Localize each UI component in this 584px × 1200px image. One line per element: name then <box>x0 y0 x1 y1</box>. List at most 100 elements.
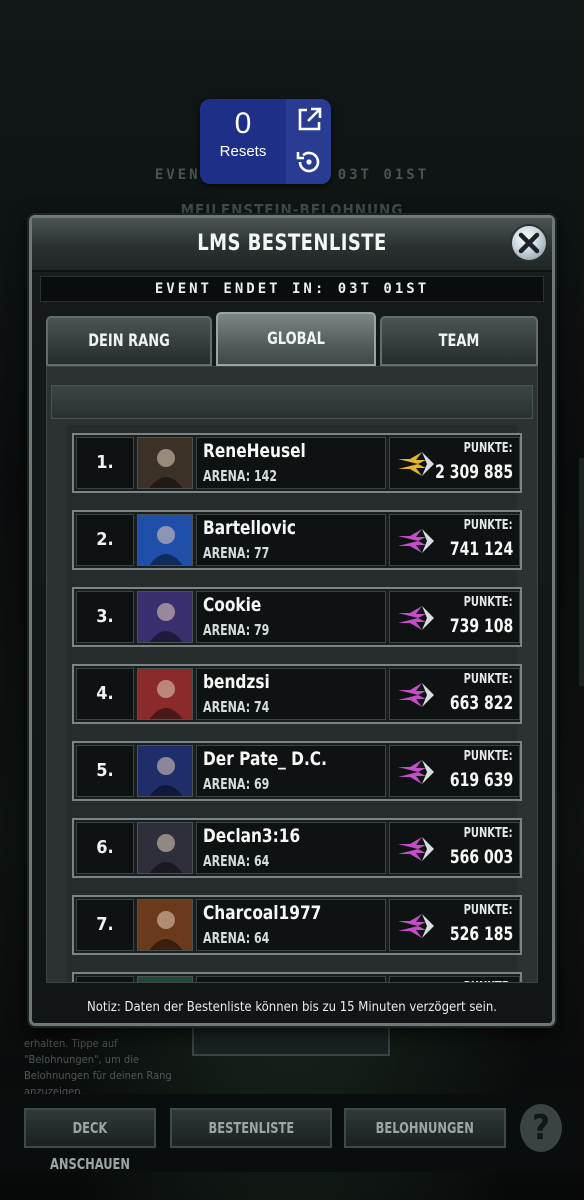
modal-header: LMS BESTENLISTE <box>32 218 552 272</box>
leaderboard-row[interactable]: 4. bendzsi ARENA: 74 PUNKTE: 663 822 <box>72 664 522 724</box>
player-name: ReneHeusel <box>203 440 306 462</box>
points-value: 526 185 <box>449 923 513 945</box>
points-value: 2 309 885 <box>434 461 513 483</box>
leaderboard-row[interactable]: 1. ReneHeusel ARENA: 142 PUNKTE: 2 309 8… <box>72 433 522 493</box>
delay-note: Notiz: Daten der Bestenliste können bis … <box>86 1000 497 1015</box>
player-arena: ARENA: 64 <box>203 929 270 947</box>
player-name-box: rahil aka don <box>196 976 386 982</box>
points-label: PUNKTE: <box>464 672 513 687</box>
points-box: PUNKTE: 741 124 <box>389 514 520 566</box>
edge-scroll-indicator <box>579 458 584 686</box>
rank-emblem-icon <box>398 914 434 938</box>
player-name-box: Declan3:16 ARENA: 64 <box>196 822 386 874</box>
points-box: PUNKTE: 619 639 <box>389 745 520 797</box>
player-avatar <box>137 514 193 566</box>
player-arena: ARENA: 79 <box>203 621 270 639</box>
leaderboard-row[interactable]: 3. Cookie ARENA: 79 PUNKTE: 739 108 <box>72 587 522 647</box>
bottom-nav: DECK ANSCHAUEN BESTENLISTE BELOHNUNGEN ? <box>0 1094 584 1173</box>
rank-number: 4. <box>76 668 134 720</box>
rewards-button[interactable]: BELOHNUNGEN <box>344 1108 506 1148</box>
player-arena: ARENA: 142 <box>203 467 278 485</box>
leaderboard-row[interactable]: 5. Der Pate_ D.C. ARENA: 69 PUNKTE: 619 … <box>72 741 522 801</box>
leaderboard-row[interactable]: 6. Declan3:16 ARENA: 64 PUNKTE: 566 003 <box>72 818 522 878</box>
points-value: 739 108 <box>449 615 513 637</box>
open-external-icon[interactable] <box>294 105 324 135</box>
leaderboard-list-frame: 1. ReneHeusel ARENA: 142 PUNKTE: 2 309 8… <box>46 366 538 983</box>
points-label: PUNKTE: <box>464 826 513 841</box>
points-label: PUNKTE: <box>464 518 513 533</box>
points-label: PUNKTE: <box>464 903 513 918</box>
player-arena: ARENA: 77 <box>203 544 270 562</box>
resets-actions <box>286 99 331 184</box>
player-arena: ARENA: 64 <box>203 852 270 870</box>
leaderboard-row[interactable]: 2. Bartellovic ARENA: 77 PUNKTE: 741 124 <box>72 510 522 570</box>
deck-button-label: DECK ANSCHAUEN <box>49 1119 130 1173</box>
player-avatar <box>137 899 193 951</box>
tab-dein-rang[interactable]: DEIN RANG <box>46 316 212 366</box>
leaderboard-button[interactable]: BESTENLISTE <box>170 1108 332 1148</box>
rank-number: 7. <box>76 899 134 951</box>
rank-number: 6. <box>76 822 134 874</box>
player-arena: ARENA: 74 <box>203 698 270 716</box>
help-icon: ? <box>532 1108 550 1148</box>
points-label: PUNKTE: <box>464 749 513 764</box>
player-name-box: Der Pate_ D.C. ARENA: 69 <box>196 745 386 797</box>
player-name-box: bendzsi ARENA: 74 <box>196 668 386 720</box>
rank-number: 3. <box>76 591 134 643</box>
player-avatar <box>137 822 193 874</box>
player-name: Bartellovic <box>203 517 297 539</box>
tab-label: DEIN RANG <box>88 331 170 351</box>
rank-number: 8. <box>76 976 134 982</box>
points-box: PUNKTE: 663 822 <box>389 668 520 720</box>
list-header-bar <box>51 385 533 419</box>
player-name-box: ReneHeusel ARENA: 142 <box>196 437 386 489</box>
event-timer-bar: EVENT ENDET IN: 03T 01ST <box>40 276 544 302</box>
leaderboard-list[interactable]: 1. ReneHeusel ARENA: 142 PUNKTE: 2 309 8… <box>67 425 522 982</box>
rewards-button-label: BELOHNUNGEN <box>375 1119 475 1137</box>
deck-button[interactable]: DECK ANSCHAUEN <box>24 1108 156 1173</box>
points-label: PUNKTE: <box>464 595 513 610</box>
tab-team[interactable]: TEAM <box>380 316 538 366</box>
rank-emblem-icon <box>398 452 434 476</box>
modal-title: LMS BESTENLISTE <box>197 231 387 256</box>
resets-widget: 0 Resets <box>200 99 331 184</box>
leaderboard-button-label: BESTENLISTE <box>208 1119 294 1137</box>
player-name: Cookie <box>203 594 262 616</box>
rank-number: 2. <box>76 514 134 566</box>
player-avatar <box>137 745 193 797</box>
background-info-text: erhalten. Tippe auf "Belohnungen", um di… <box>24 1037 172 1098</box>
rank-emblem-icon <box>398 606 434 630</box>
player-name: rahil aka don <box>203 979 317 982</box>
points-box: PUNKTE: 739 108 <box>389 591 520 643</box>
rank-number: 5. <box>76 745 134 797</box>
points-label: PUNKTE: <box>464 980 513 982</box>
reset-history-icon[interactable] <box>294 147 324 177</box>
tab-label: TEAM <box>438 331 480 351</box>
points-box: PUNKTE: 2 309 885 <box>389 437 520 489</box>
rank-emblem-icon <box>398 529 434 553</box>
resets-label: Resets <box>219 143 267 160</box>
leaderboard-row[interactable]: 7. Charcoal1977 ARENA: 64 PUNKTE: 526 18… <box>72 895 522 955</box>
player-name-box: Cookie ARENA: 79 <box>196 591 386 643</box>
player-name: bendzsi <box>203 671 270 693</box>
points-value: 663 822 <box>449 692 513 714</box>
rank-emblem-icon <box>398 760 434 784</box>
rank-emblem-icon <box>398 683 434 707</box>
points-label: PUNKTE: <box>464 441 513 456</box>
tab-global[interactable]: GLOBAL <box>216 312 376 366</box>
player-avatar <box>137 591 193 643</box>
points-box: PUNKTE: 526 185 <box>389 899 520 951</box>
player-name-box: Charcoal1977 ARENA: 64 <box>196 899 386 951</box>
player-name: Declan3:16 <box>203 825 301 847</box>
player-arena: ARENA: 69 <box>203 775 270 793</box>
resets-counter: 0 Resets <box>200 99 286 184</box>
player-avatar <box>137 668 193 720</box>
close-button[interactable] <box>510 224 548 262</box>
close-icon <box>518 232 540 254</box>
help-button[interactable]: ? <box>520 1104 562 1152</box>
rank-number: 1. <box>76 437 134 489</box>
player-name: Der Pate_ D.C. <box>203 748 327 770</box>
leaderboard-row[interactable]: 8. rahil aka don PUNKTE: <box>72 972 522 982</box>
points-value: 619 639 <box>449 769 513 791</box>
leaderboard-modal: LMS BESTENLISTE EVENT ENDET IN: 03T 01ST… <box>29 215 555 1026</box>
